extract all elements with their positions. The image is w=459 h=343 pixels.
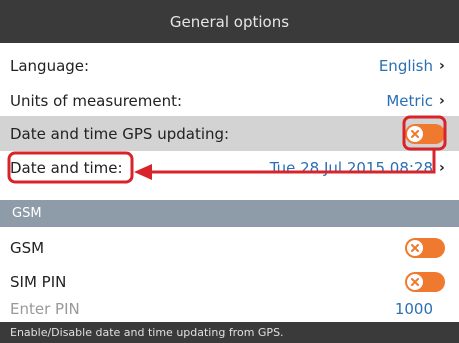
setting-label: Units of measurement: <box>10 91 183 110</box>
page-title: General options <box>169 12 290 31</box>
toggle-knob <box>407 239 423 256</box>
setting-gps-date-update[interactable]: Date and time GPS updating: <box>0 116 459 151</box>
setting-value: Tue 28 Jul 2015 08:28 <box>269 158 433 177</box>
setting-sim-pin[interactable]: SIM PIN <box>0 264 459 299</box>
sim-pin-toggle[interactable] <box>405 271 445 292</box>
setting-date-time[interactable]: Date and time: Tue 28 Jul 2015 08:28 › <box>0 150 459 185</box>
setting-language[interactable]: Language: English › <box>0 48 459 83</box>
title-bar: General options <box>0 0 459 43</box>
status-hint-bar: Enable/Disable date and time updating fr… <box>0 322 459 343</box>
chevron-right-icon: › <box>439 92 445 109</box>
setting-label: SIM PIN <box>10 272 67 291</box>
close-icon <box>411 129 419 138</box>
setting-value: English <box>378 56 433 75</box>
pin-value: 1000 <box>394 300 433 318</box>
setting-enter-pin[interactable]: Enter PIN 1000 <box>0 296 459 322</box>
status-hint: Enable/Disable date and time updating fr… <box>10 326 284 339</box>
gps-date-update-toggle[interactable] <box>405 123 445 144</box>
toggle-knob <box>407 273 423 290</box>
chevron-right-icon: › <box>439 159 445 176</box>
setting-label: Enter PIN <box>10 300 80 318</box>
close-icon <box>411 243 419 252</box>
toggle-knob <box>407 125 423 142</box>
setting-label: Date and time GPS updating: <box>10 124 230 143</box>
section-header-gsm: GSM <box>0 200 459 227</box>
setting-label: GSM <box>10 238 45 257</box>
setting-label: Language: <box>10 56 90 75</box>
setting-label: Date and time: <box>10 158 123 177</box>
close-icon <box>411 277 419 286</box>
setting-units[interactable]: Units of measurement: Metric › <box>0 83 459 118</box>
setting-value: Metric <box>386 91 433 110</box>
chevron-right-icon: › <box>439 57 445 74</box>
setting-gsm[interactable]: GSM <box>0 230 459 265</box>
section-title: GSM <box>12 206 42 221</box>
gsm-toggle[interactable] <box>405 237 445 258</box>
